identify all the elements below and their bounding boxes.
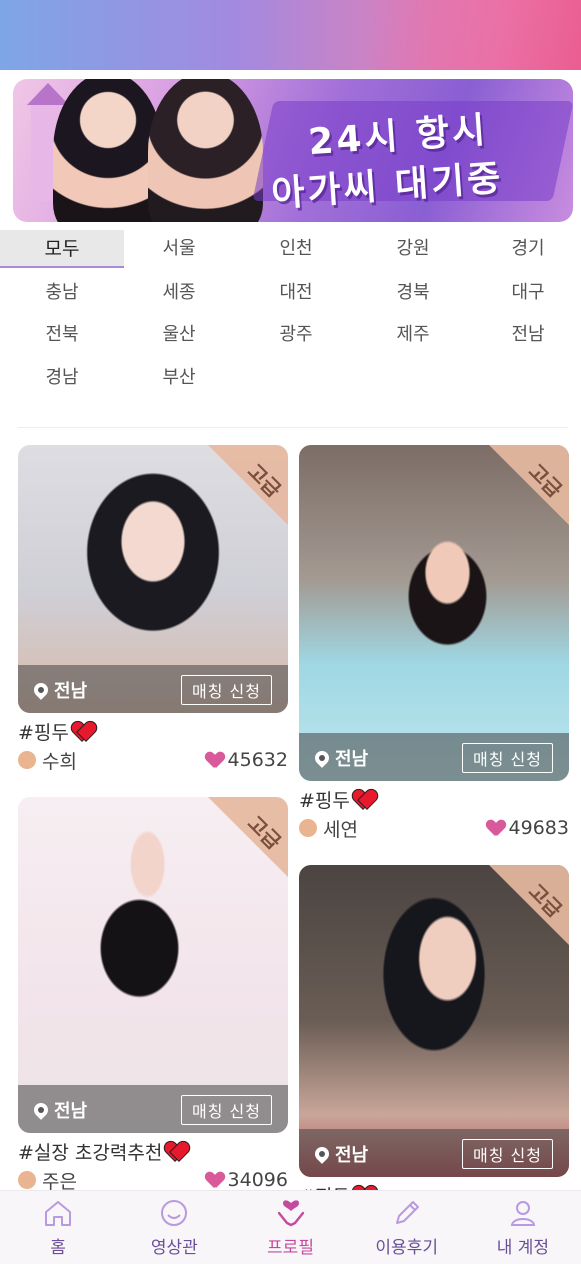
banner-model-photo (148, 79, 263, 222)
like-count[interactable]: 34096 (206, 1169, 288, 1191)
profile-photo[interactable]: 고급 전남 매칭 신청 (18, 797, 288, 1133)
tag-text: #핑두 (18, 721, 69, 744)
like-heart-icon (206, 1172, 224, 1188)
location-pin-icon (31, 1100, 51, 1120)
region-tab-gyeongnam[interactable]: 경남 (0, 359, 124, 397)
tag-text: #실장 초강력추천 (18, 1141, 163, 1164)
nav-profile-label: 프로필 (267, 1238, 314, 1258)
profile-meta: 수희 45632 (18, 745, 288, 775)
region-tab-chungnam[interactable]: 충남 (0, 274, 124, 312)
region-tab-gyeonggi[interactable]: 경기 (466, 230, 581, 268)
region-tab-busan[interactable]: 부산 (117, 359, 241, 397)
region-tab-sejong[interactable]: 세종 (117, 274, 241, 312)
banner-model-photo (53, 79, 163, 222)
profile-card[interactable]: 고급 전남 매칭 신청 #실장 초강력추천 주은 34096 (18, 797, 288, 1195)
apply-match-button[interactable]: 매칭 신청 (181, 1095, 272, 1125)
like-count[interactable]: 45632 (206, 749, 288, 771)
like-heart-icon (487, 820, 505, 836)
tag-text: #핑두 (299, 789, 350, 812)
location-pin-icon (31, 680, 51, 700)
smile-icon (161, 1200, 188, 1226)
like-count-text: 34096 (227, 1169, 288, 1191)
region-tab-daejeon[interactable]: 대전 (234, 274, 358, 312)
region-tab-daegu[interactable]: 대구 (466, 274, 581, 312)
heart-icon (353, 789, 375, 809)
nav-reviews-label: 이용후기 (375, 1238, 438, 1258)
apply-match-button[interactable]: 매칭 신청 (462, 1139, 553, 1169)
name-text: 세연 (323, 818, 358, 841)
user-icon (510, 1201, 536, 1226)
nav-profile[interactable]: 프로필 (232, 1191, 348, 1264)
avatar-dot-icon (18, 1171, 36, 1189)
apply-match-button[interactable]: 매칭 신청 (181, 675, 272, 705)
region-tab-jeju[interactable]: 제주 (351, 316, 475, 354)
region-tab-seoul[interactable]: 서울 (117, 230, 241, 268)
top-header-bar (0, 0, 581, 70)
nav-videos-label: 영상관 (150, 1238, 198, 1258)
like-heart-icon (206, 752, 224, 768)
location-text: 전남 (335, 1145, 369, 1166)
nav-account[interactable]: 내 계정 (465, 1191, 581, 1264)
profile-photo[interactable]: 고급 전남 매칭 신청 (299, 445, 569, 781)
location-text: 전남 (335, 749, 369, 770)
bottom-navigation: 홈 영상관 프로필 이용후기 내 계정 (0, 1190, 581, 1264)
profile-tag: #핑두 (18, 717, 288, 745)
location-label: 전남 (312, 745, 369, 771)
profile-photo[interactable]: 고급 전남 매칭 신청 (299, 865, 569, 1177)
region-tab-jeonnam[interactable]: 전남 (466, 316, 581, 354)
section-divider (18, 427, 568, 428)
home-icon (45, 1201, 72, 1226)
region-tab-all[interactable]: 모두 (0, 230, 124, 268)
nav-home[interactable]: 홈 (0, 1191, 116, 1264)
profile-name: 세연 (299, 815, 358, 842)
profile-name: 수희 (18, 747, 77, 774)
avatar-dot-icon (18, 751, 36, 769)
profile-tag: #핑두 (299, 785, 569, 813)
avatar-dot-icon (299, 819, 317, 837)
profile-photo[interactable]: 고급 전남 매칭 신청 (18, 445, 288, 713)
region-tab-gangwon[interactable]: 강원 (351, 230, 475, 268)
location-pin-icon (312, 1144, 332, 1164)
heart-icon (165, 1141, 187, 1161)
promo-banner[interactable]: 24시 항시 아가씨 대기중 (13, 79, 573, 222)
region-tab-ulsan[interactable]: 울산 (117, 316, 241, 354)
location-label: 전남 (31, 677, 88, 703)
hand-heart-icon (277, 1200, 304, 1227)
profile-meta: 세연 49683 (299, 813, 569, 843)
name-text: 수희 (42, 750, 77, 773)
profile-card[interactable]: 고급 전남 매칭 신청 #핑두 세연 49683 (299, 445, 569, 843)
location-text: 전남 (54, 1101, 88, 1122)
like-count[interactable]: 49683 (487, 817, 569, 839)
profile-tag: #실장 초강력추천 (18, 1137, 288, 1165)
like-count-text: 45632 (227, 749, 288, 771)
location-label: 전남 (312, 1141, 369, 1167)
location-pin-icon (312, 748, 332, 768)
profile-card[interactable]: 고급 전남 매칭 신청 #핑두 수희 45632 (18, 445, 288, 775)
nav-account-label: 내 계정 (496, 1238, 550, 1258)
region-tab-jeonbuk[interactable]: 전북 (0, 316, 124, 354)
nav-reviews[interactable]: 이용후기 (349, 1191, 465, 1264)
region-tab-gyeongbuk[interactable]: 경북 (351, 274, 475, 312)
region-tab-incheon[interactable]: 인천 (234, 230, 358, 268)
profile-card[interactable]: 고급 전남 매칭 신청 #핑두 (299, 865, 569, 1209)
nav-videos[interactable]: 영상관 (116, 1191, 232, 1264)
location-label: 전남 (31, 1097, 88, 1123)
location-text: 전남 (54, 681, 88, 702)
heart-icon (72, 721, 94, 741)
nav-home-label: 홈 (50, 1238, 66, 1258)
apply-match-button[interactable]: 매칭 신청 (462, 743, 553, 773)
like-count-text: 49683 (508, 817, 569, 839)
pencil-icon (395, 1201, 419, 1224)
region-tab-gwangju[interactable]: 광주 (234, 316, 358, 354)
